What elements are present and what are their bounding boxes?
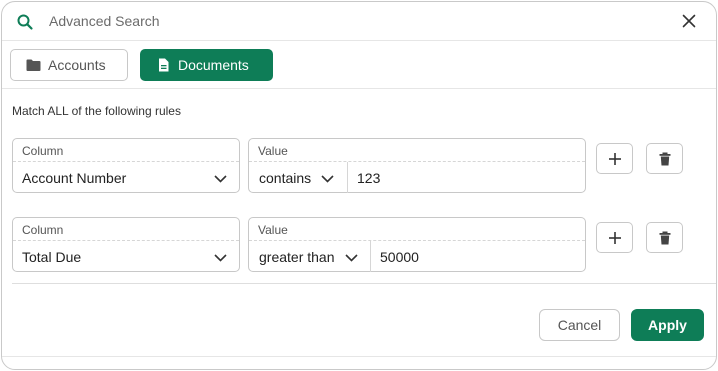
rule-2-delete-button[interactable] (646, 222, 683, 253)
trash-icon (659, 231, 670, 244)
rule-1-value-field: Value contains 123 (248, 138, 586, 193)
column-value: Total Due (22, 249, 82, 265)
tab-accounts[interactable]: Accounts (10, 49, 128, 81)
rule-1-column-select[interactable]: Column Account Number (12, 138, 240, 193)
rules-divider (12, 283, 716, 284)
column-label: Column (13, 139, 239, 162)
footer-divider (2, 356, 716, 357)
plus-icon (608, 231, 621, 244)
rule-2-value-field: Value greater than 50000 (248, 217, 586, 272)
tab-documents[interactable]: Documents (140, 49, 273, 81)
rule-1-operator-select[interactable]: contains (249, 162, 348, 193)
tab-documents-label: Documents (178, 57, 249, 73)
document-icon (159, 58, 169, 72)
column-label: Column (13, 218, 239, 241)
operator-value: greater than (259, 249, 335, 265)
search-icon (17, 14, 33, 30)
tab-bar: Accounts Documents (2, 42, 716, 89)
plus-icon (608, 152, 621, 165)
folder-icon (26, 59, 41, 71)
dialog-header: Advanced Search (2, 2, 716, 41)
rule-2-operator-select[interactable]: greater than (249, 241, 371, 272)
trash-icon (659, 152, 670, 165)
match-rule-text: Match ALL of the following rules (12, 104, 181, 118)
chevron-down-icon (214, 175, 227, 183)
chevron-down-icon (214, 254, 227, 262)
advanced-search-dialog: Advanced Search Accounts Documents Match… (1, 1, 717, 370)
cancel-button[interactable]: Cancel (539, 309, 620, 341)
rule-2-value-input[interactable]: 50000 (380, 249, 419, 265)
dialog-title: Advanced Search (49, 13, 160, 29)
rule-2-add-button[interactable] (596, 222, 633, 253)
value-label: Value (249, 139, 585, 162)
rule-1-delete-button[interactable] (646, 143, 683, 174)
chevron-down-icon (321, 175, 334, 183)
rule-2-column-select[interactable]: Column Total Due (12, 217, 240, 272)
apply-button[interactable]: Apply (631, 309, 704, 341)
value-label: Value (249, 218, 585, 241)
column-value: Account Number (22, 170, 127, 186)
chevron-down-icon (345, 254, 358, 262)
operator-value: contains (259, 170, 312, 186)
rule-1-add-button[interactable] (596, 143, 633, 174)
close-icon[interactable] (682, 14, 696, 28)
rule-1-value-input[interactable]: 123 (357, 170, 380, 186)
tab-accounts-label: Accounts (48, 57, 106, 73)
